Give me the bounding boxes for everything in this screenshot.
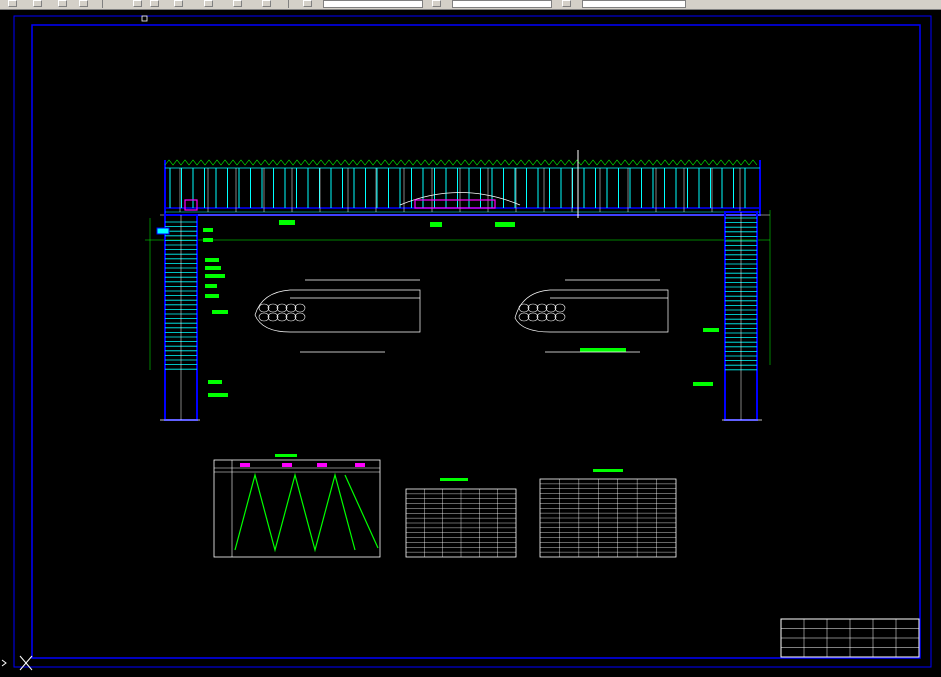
style-field[interactable] — [452, 0, 552, 8]
drawing-canvas[interactable] — [0, 9, 941, 677]
section-view-right — [514, 279, 669, 353]
linetype-field[interactable] — [582, 0, 686, 8]
stone-shape — [527, 303, 539, 313]
outer-frame — [13, 15, 932, 668]
stone-shape — [518, 312, 530, 322]
callout-labels — [203, 220, 719, 397]
grip-square[interactable] — [141, 15, 148, 22]
stone-shape — [285, 303, 297, 313]
match-properties-icon[interactable] — [303, 0, 312, 7]
stone-shape — [276, 312, 288, 322]
stone-shape — [545, 303, 557, 313]
stone-shape — [536, 303, 548, 313]
stone-shape — [267, 312, 279, 322]
layer-field[interactable] — [323, 0, 423, 8]
printer-icon[interactable] — [262, 0, 271, 7]
brush-icon[interactable] — [204, 0, 213, 7]
stone-shape — [258, 312, 270, 322]
zoom-window-icon[interactable] — [79, 0, 88, 7]
toolbar-separator — [102, 0, 103, 8]
pan-icon[interactable] — [133, 0, 142, 7]
stone-shape — [285, 312, 297, 322]
stone-shape — [527, 312, 539, 322]
table-icon[interactable] — [432, 0, 441, 7]
pencil-icon[interactable] — [233, 0, 242, 7]
section-view-left — [254, 279, 421, 353]
rectangle-icon[interactable] — [150, 0, 159, 7]
stone-shape — [294, 312, 306, 322]
crosshair-ucs-icon — [1, 655, 33, 671]
top-structure — [145, 150, 770, 241]
stone-shape — [554, 312, 566, 322]
diagonal-chart-table — [213, 454, 381, 558]
diagonal-brace-line — [234, 472, 356, 553]
redo-icon[interactable] — [33, 0, 42, 7]
material-table-right — [539, 469, 677, 558]
list-icon[interactable] — [562, 0, 571, 7]
left-pillar — [149, 214, 200, 421]
grid-icon[interactable] — [58, 0, 67, 7]
stone-shape — [554, 303, 566, 313]
diagonal-brace-line — [344, 474, 379, 549]
right-pillar — [722, 210, 771, 421]
stone-shape — [536, 312, 548, 322]
stone-shape — [518, 303, 530, 313]
arrow-down-icon[interactable] — [8, 0, 17, 7]
stone-shape — [545, 312, 557, 322]
stone-shape — [258, 303, 270, 313]
stone-shape — [294, 303, 306, 313]
toolbar-separator — [288, 0, 289, 8]
material-table-center — [405, 478, 517, 558]
title-block — [780, 618, 920, 658]
square-icon[interactable] — [174, 0, 183, 7]
stone-shape — [267, 303, 279, 313]
stone-shape — [276, 303, 288, 313]
